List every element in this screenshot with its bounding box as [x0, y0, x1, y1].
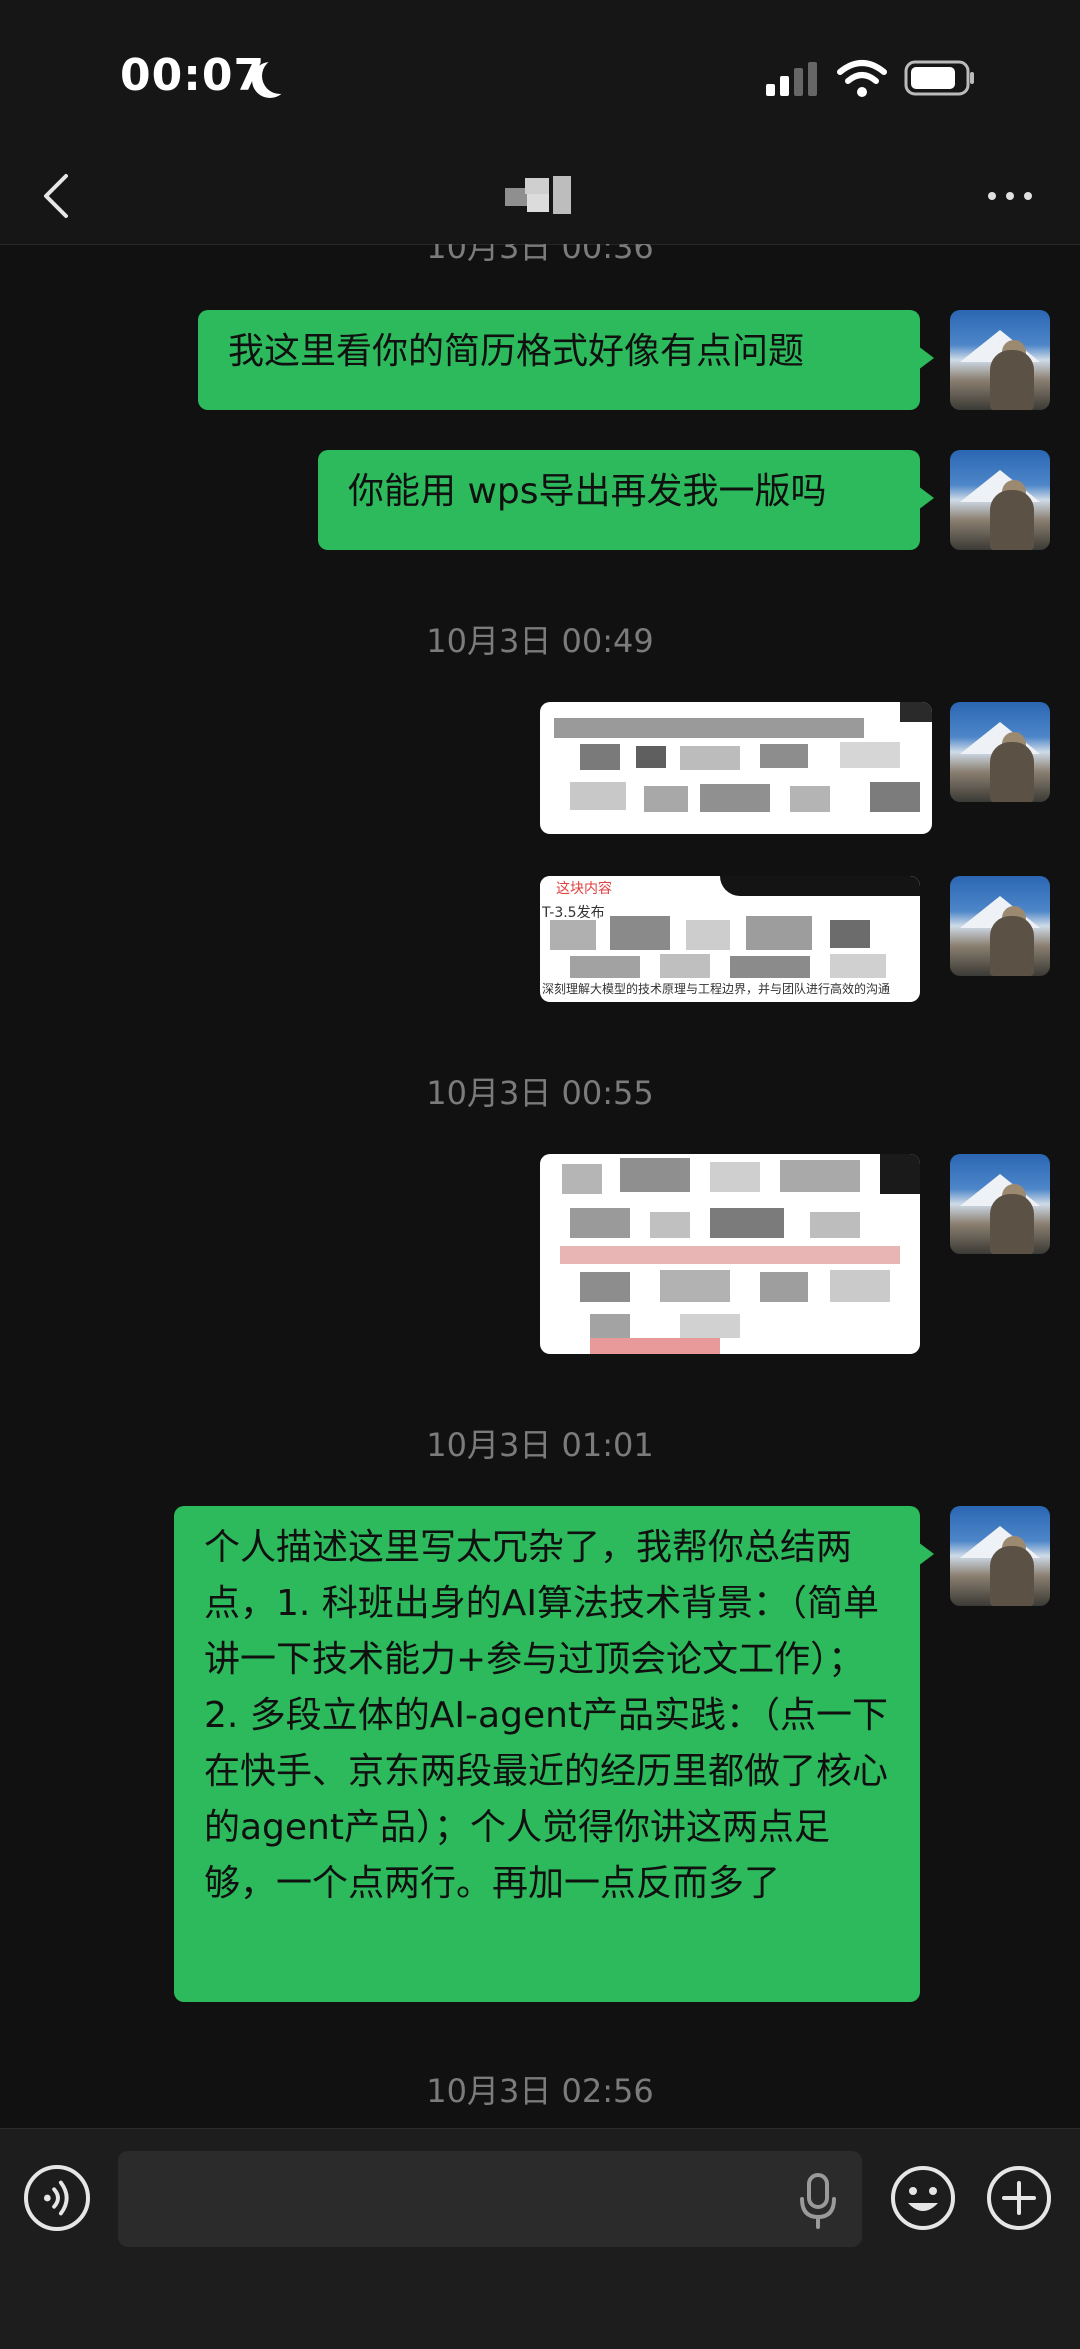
image-message[interactable] [540, 1154, 920, 1354]
timestamp: 10月3日 01:01 [426, 1426, 654, 1464]
microphone-icon[interactable] [796, 2173, 840, 2229]
image-bottom-text: 深刻理解大模型的技术原理与工程边界，并与团队进行高效的沟通 [542, 982, 891, 996]
image-version-text: T-3.5发布 [542, 905, 605, 921]
avatar[interactable] [950, 702, 1050, 802]
input-bar [0, 2128, 1080, 2349]
status-bar: 00:07 [0, 0, 1080, 150]
moon-icon [262, 58, 298, 94]
emoji-icon[interactable] [890, 2165, 956, 2231]
more-options-button[interactable] [984, 180, 1036, 210]
chevron-left-icon[interactable] [30, 168, 86, 224]
timestamp: 10月3日 00:55 [426, 1074, 654, 1112]
message-input[interactable] [118, 2151, 862, 2247]
cellular-signal-icon [766, 62, 817, 96]
chat-header [0, 150, 1080, 245]
timestamp: 10月3日 00:49 [426, 622, 654, 660]
battery-icon [904, 60, 974, 96]
plus-icon[interactable] [986, 2165, 1052, 2231]
image-message[interactable] [540, 702, 932, 834]
wifi-icon [837, 60, 887, 97]
avatar[interactable] [950, 1154, 1050, 1254]
message-bubble[interactable]: 你能用 wps导出再发我一版吗 [318, 450, 934, 550]
message-bubble[interactable]: 个人描述这里写太冗杂了，我帮你总结两点，1. 科班出身的AI算法技术背景：（简单… [174, 1506, 934, 2002]
image-header-text: 这块内容 [556, 881, 612, 897]
image-message[interactable]: 这块内容 T-3.5发布 深刻理解大模型的技术原理与工程边界，并与团队进行高效的… [540, 876, 920, 1002]
message-bubble[interactable]: 我这里看你的简历格式好像有点问题 [198, 310, 934, 410]
voice-icon[interactable] [24, 2165, 90, 2231]
avatar[interactable] [950, 310, 1050, 410]
avatar[interactable] [950, 450, 1050, 550]
timestamp: 10月3日 02:56 [426, 2072, 654, 2110]
chat-title-obscured [505, 174, 575, 220]
avatar[interactable] [950, 876, 1050, 976]
avatar[interactable] [950, 1506, 1050, 1606]
status-time: 00:07 [120, 50, 266, 101]
